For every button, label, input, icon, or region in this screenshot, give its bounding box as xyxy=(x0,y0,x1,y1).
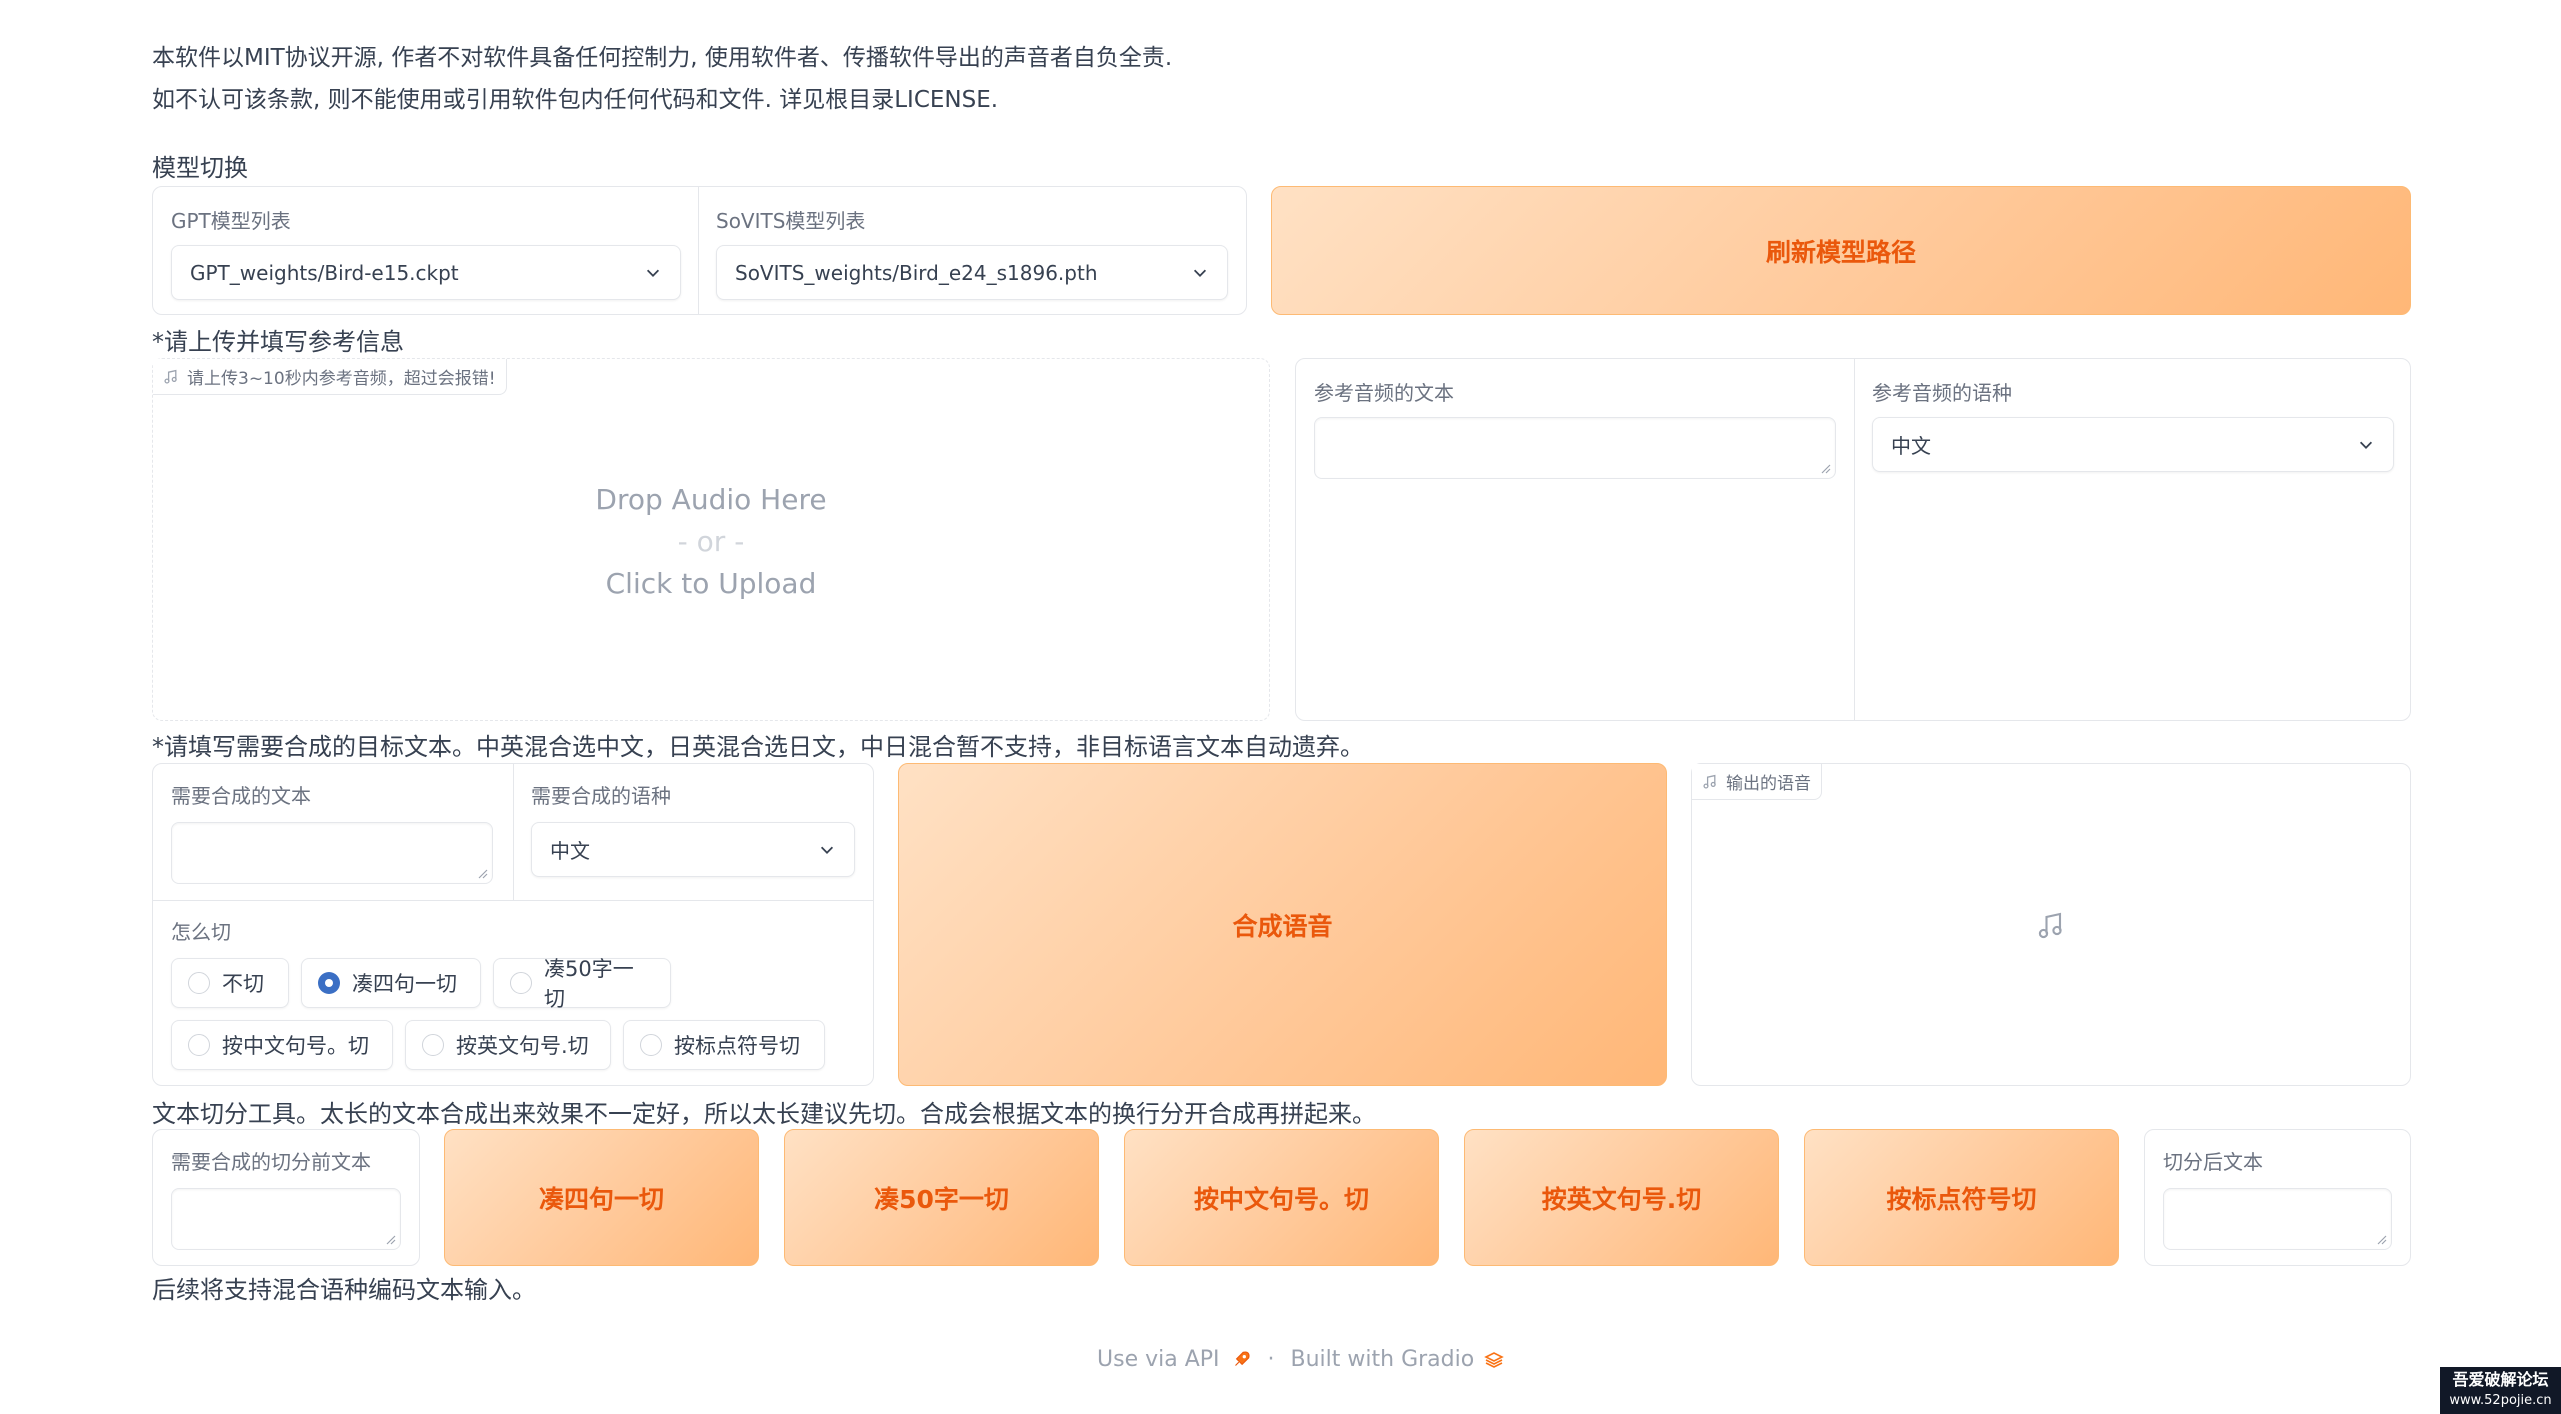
post-split-text-label: 切分后文本 xyxy=(2163,1150,2263,1174)
split-english-period-button[interactable]: 按英文句号.切 xyxy=(1464,1129,1779,1266)
footer: Use via API · Built with Gradio xyxy=(1097,1347,1504,1372)
radio-unchecked xyxy=(640,1034,662,1056)
cut-option-chinese-period[interactable]: 按中文句号。切 xyxy=(171,1020,393,1070)
model-switch-title: 模型切换 xyxy=(152,154,248,182)
resize-grip-icon xyxy=(1821,464,1831,474)
gradio-logo-icon xyxy=(1484,1351,1504,1368)
license-notice-line2: 如不认可该条款, 则不能使用或引用软件包内任何代码和文件. 详见根目录LICEN… xyxy=(152,87,999,113)
footer-separator: · xyxy=(1267,1347,1275,1372)
radio-unchecked xyxy=(510,972,532,994)
watermark-line1: 吾爱破解论坛 xyxy=(2452,1370,2549,1389)
rocket-icon xyxy=(1234,1350,1250,1366)
cut-option-english-period[interactable]: 按英文句号.切 xyxy=(405,1020,611,1070)
cut-option-four-sentences[interactable]: 凑四句一切 xyxy=(301,958,481,1008)
reference-language-dropdown[interactable]: 中文 xyxy=(1872,417,2394,472)
output-audio-panel: 输出的语音 xyxy=(1691,763,2411,1086)
split-punctuation-button[interactable]: 按标点符号切 xyxy=(1804,1129,2119,1266)
use-via-api-link[interactable]: Use via API xyxy=(1097,1347,1220,1372)
cut-option-label: 按标点符号切 xyxy=(674,1034,800,1058)
sovits-model-dropdown[interactable]: SoVITS_weights/Bird_e24_s1896.pth xyxy=(716,245,1228,300)
cut-option-fifty-chars[interactable]: 凑50字一切 xyxy=(493,957,671,1011)
pre-split-text-input[interactable] xyxy=(171,1188,401,1250)
split-four-sentences-button[interactable]: 凑四句一切 xyxy=(444,1129,759,1266)
cut-option-label: 按中文句号。切 xyxy=(222,1034,369,1058)
radio-checked xyxy=(318,972,340,994)
cutter-input-panel: 需要合成的切分前文本 xyxy=(152,1129,420,1266)
gpt-model-dropdown[interactable]: GPT_weights/Bird-e15.ckpt xyxy=(171,245,681,300)
reference-info-panel: 参考音频的文本 参考音频的语种 中文 xyxy=(1295,358,2411,721)
chevron-down-icon xyxy=(1193,269,1207,277)
model-switch-panel: GPT模型列表 GPT_weights/Bird-e15.ckpt SoVITS… xyxy=(152,186,1247,315)
refresh-model-paths-button[interactable]: 刷新模型路径 xyxy=(1271,186,2411,315)
reference-text-label: 参考音频的文本 xyxy=(1314,381,1454,405)
reference-text-input[interactable] xyxy=(1314,417,1836,479)
chevron-down-icon xyxy=(820,846,834,854)
music-note-icon xyxy=(1703,774,1716,789)
reference-audio-hint: 请上传3~10秒内参考音频，超过会报错! xyxy=(187,369,496,389)
target-text-label: 需要合成的文本 xyxy=(171,784,311,808)
sovits-model-label: SoVITS模型列表 xyxy=(716,209,866,233)
resize-grip-icon xyxy=(478,869,488,879)
license-notice-line1: 本软件以MIT协议开源, 作者不对软件具备任何控制力, 使用软件者、传播软件导出… xyxy=(152,45,1173,71)
cut-option-punctuation[interactable]: 按标点符号切 xyxy=(623,1020,825,1070)
cut-option-label: 不切 xyxy=(222,972,264,996)
music-note-icon xyxy=(164,369,177,384)
target-text-input[interactable] xyxy=(171,822,493,884)
output-audio-label: 输出的语音 xyxy=(1726,774,1811,794)
synthesis-section-title: *请填写需要合成的目标文本。中英混合选中文，日英混合选日文，中日混合暂不支持，非… xyxy=(152,733,1364,761)
cutter-output-panel: 切分后文本 xyxy=(2144,1129,2411,1266)
target-language-value: 中文 xyxy=(550,839,590,863)
cut-method-label: 怎么切 xyxy=(171,920,231,944)
reference-audio-tag: 请上传3~10秒内参考音频，超过会报错! xyxy=(153,359,507,395)
cut-option-none[interactable]: 不切 xyxy=(171,958,289,1008)
radio-unchecked xyxy=(422,1034,444,1056)
target-language-label: 需要合成的语种 xyxy=(531,784,671,808)
split-chinese-period-button[interactable]: 按中文句号。切 xyxy=(1124,1129,1439,1266)
sovits-model-value: SoVITS_weights/Bird_e24_s1896.pth xyxy=(735,260,1098,285)
gpt-model-value: GPT_weights/Bird-e15.ckpt xyxy=(190,260,459,285)
cut-option-label: 按英文句号.切 xyxy=(456,1034,589,1058)
drop-or-text: - or - xyxy=(677,525,745,558)
radio-unchecked xyxy=(188,972,210,994)
post-split-text-output[interactable] xyxy=(2163,1188,2392,1250)
radio-unchecked xyxy=(188,1034,210,1056)
watermark-line2: www.52pojie.cn xyxy=(2449,1393,2552,1408)
cut-option-label: 凑四句一切 xyxy=(352,972,457,996)
output-audio-tag: 输出的语音 xyxy=(1692,764,1822,800)
synthesize-button[interactable]: 合成语音 xyxy=(898,763,1667,1086)
reference-section-title: *请上传并填写参考信息 xyxy=(152,328,404,356)
reference-language-value: 中文 xyxy=(1891,434,1931,458)
built-with-gradio-link[interactable]: Built with Gradio xyxy=(1291,1347,1475,1372)
split-fifty-chars-button[interactable]: 凑50字一切 xyxy=(784,1129,1099,1266)
reference-language-label: 参考音频的语种 xyxy=(1872,381,2012,405)
bottom-note: 后续将支持混合语种编码文本输入。 xyxy=(152,1276,536,1304)
pre-split-text-label: 需要合成的切分前文本 xyxy=(171,1150,371,1174)
chevron-down-icon xyxy=(2359,441,2373,449)
drop-audio-text: Drop Audio Here xyxy=(595,483,827,516)
cut-option-label: 凑50字一切 xyxy=(544,957,634,1011)
click-to-upload-text: Click to Upload xyxy=(605,567,817,600)
target-language-dropdown[interactable]: 中文 xyxy=(531,822,855,877)
resize-grip-icon xyxy=(386,1235,396,1245)
gpt-model-label: GPT模型列表 xyxy=(171,209,291,233)
synthesis-input-panel: 需要合成的文本 需要合成的语种 中文 怎么切 不切 凑四句一切 凑50字一切 按… xyxy=(152,763,874,1086)
chevron-down-icon xyxy=(646,269,660,277)
cutter-section-title: 文本切分工具。太长的文本合成出来效果不一定好，所以太长建议先切。合成会根据文本的… xyxy=(152,1100,1376,1128)
watermark: 吾爱破解论坛 www.52pojie.cn xyxy=(2440,1367,2561,1414)
reference-audio-upload[interactable]: 请上传3~10秒内参考音频，超过会报错! Drop Audio Here - o… xyxy=(152,358,1270,721)
music-note-icon xyxy=(2038,912,2062,939)
resize-grip-icon xyxy=(2377,1235,2387,1245)
